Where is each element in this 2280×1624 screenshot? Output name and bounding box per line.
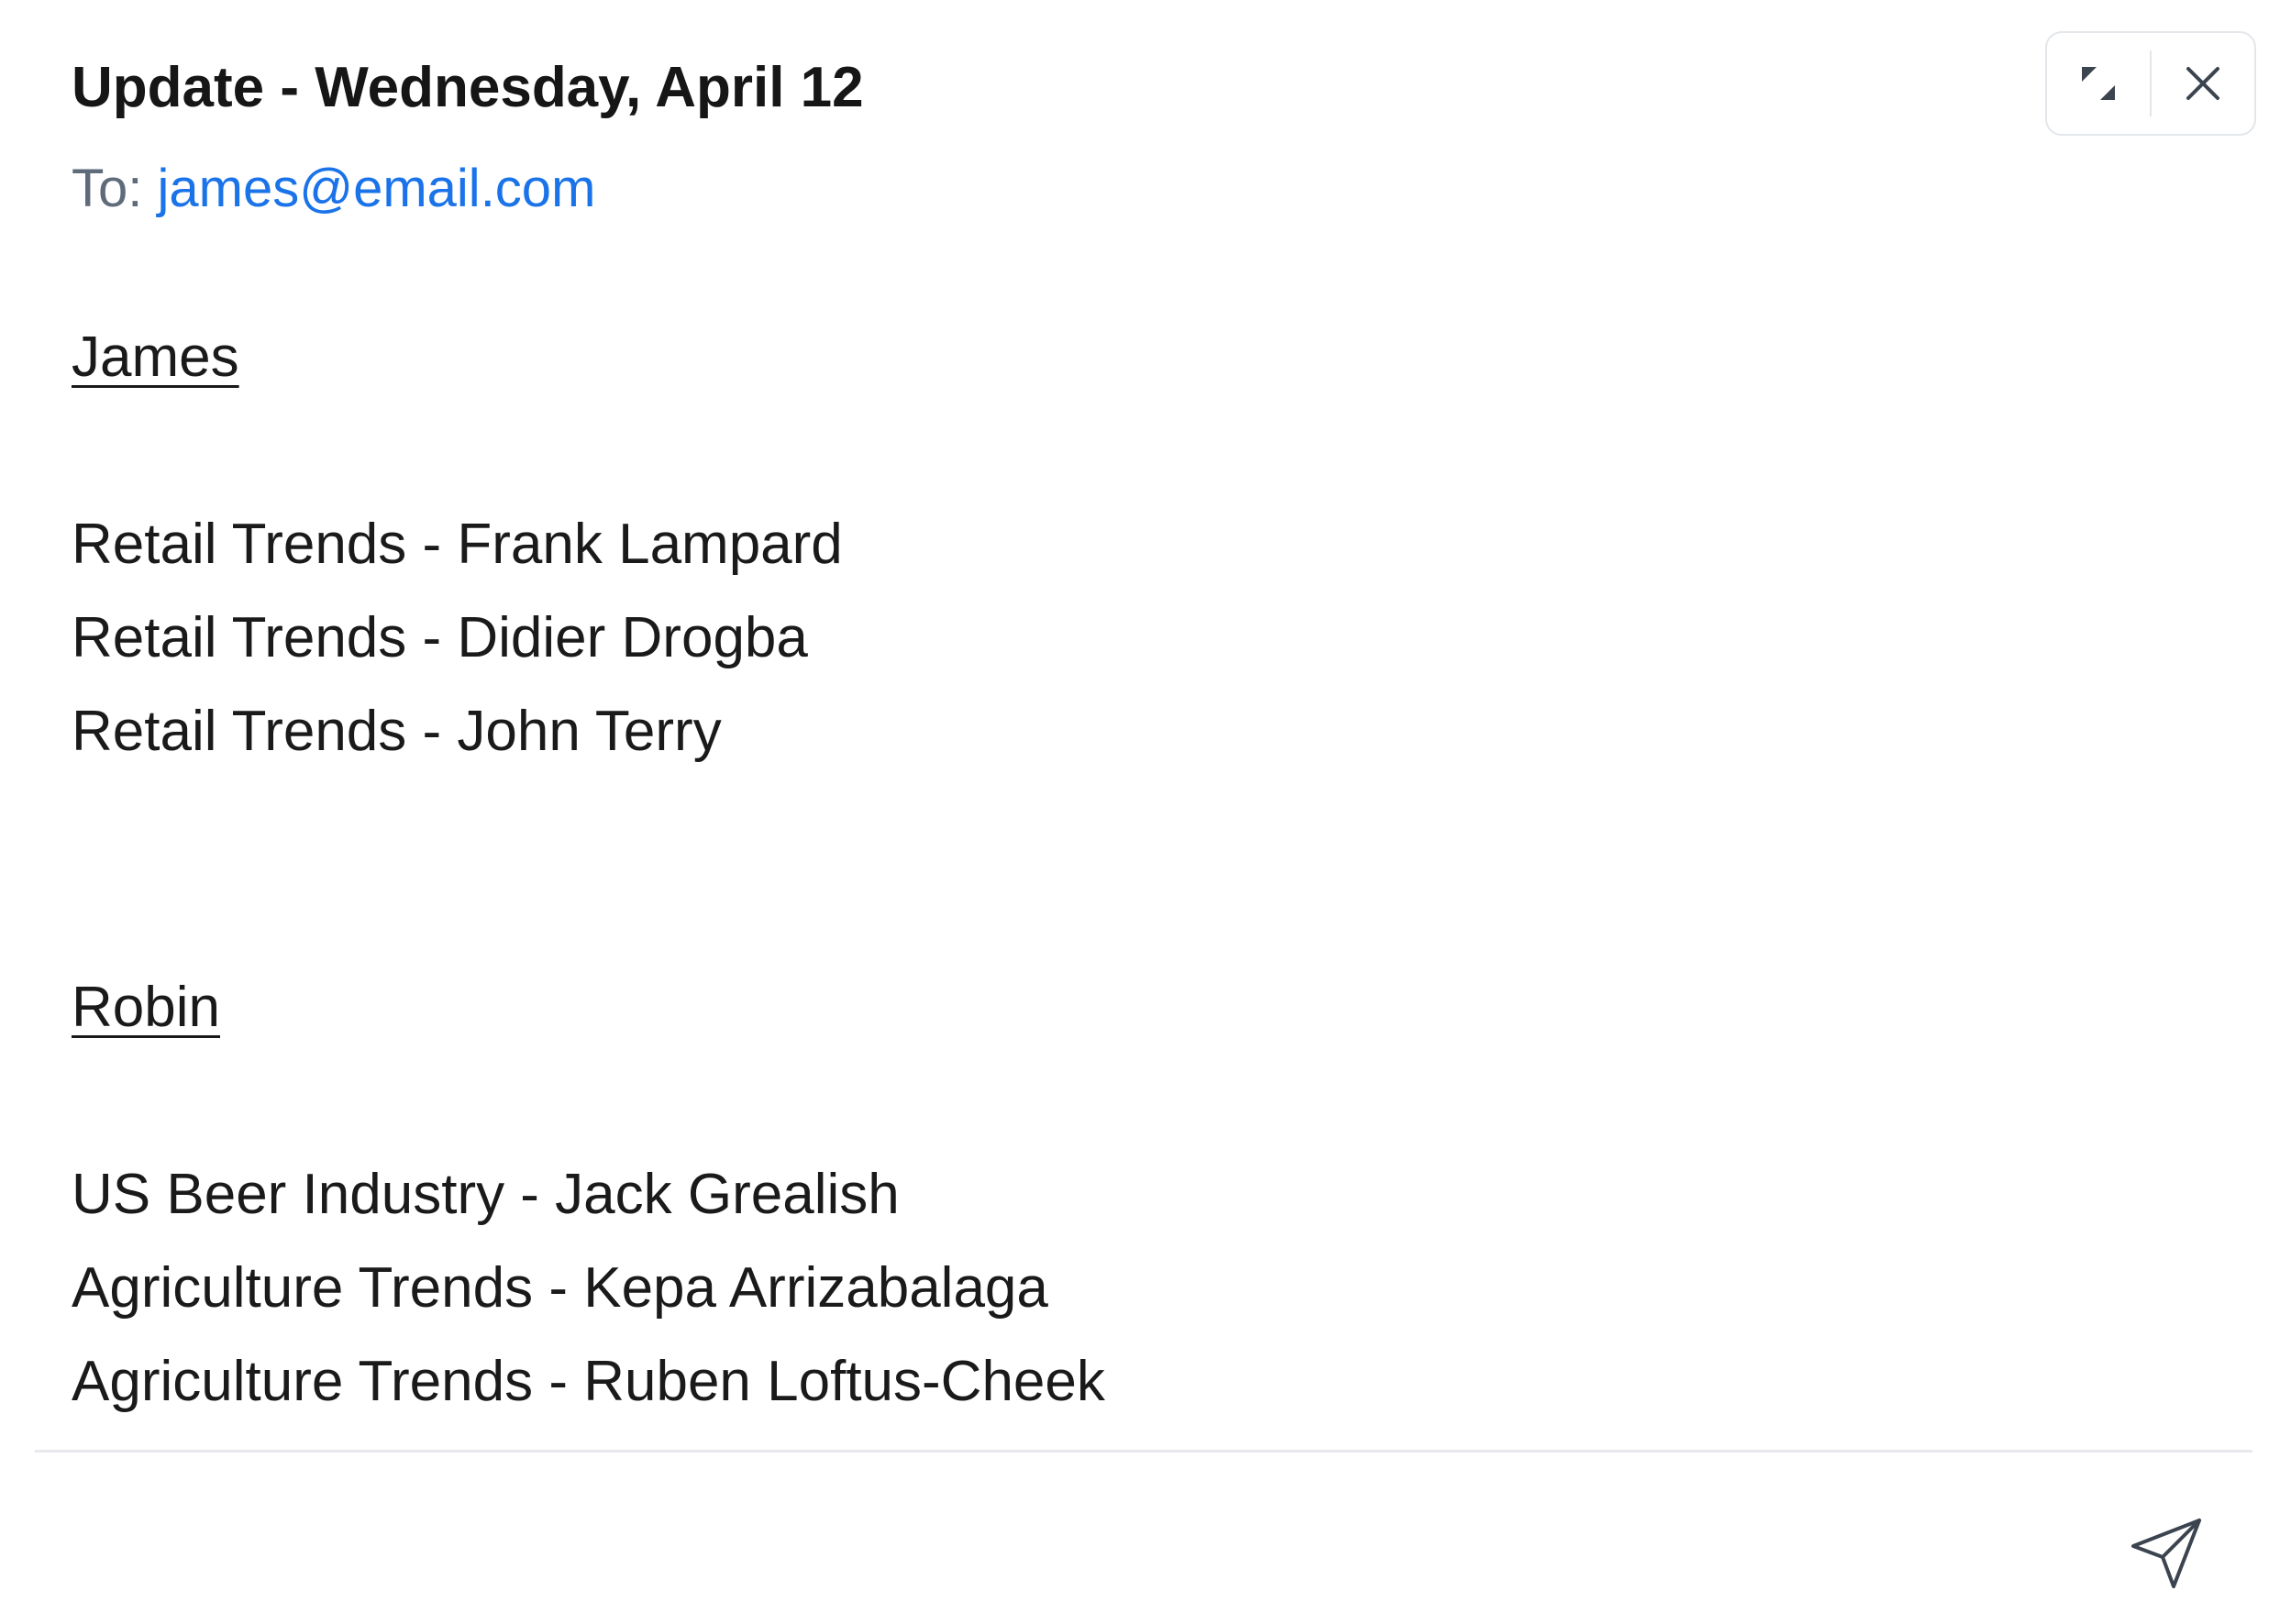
section-person-name: James: [72, 326, 239, 389]
collapse-icon: [2082, 67, 2115, 100]
assignment-line: Retail Trends - Didier Drogba: [72, 606, 808, 669]
recipient-email-link[interactable]: james@email.com: [158, 159, 596, 218]
section-person-name: Robin: [72, 976, 220, 1039]
recipient-line: To: james@email.com: [72, 156, 595, 222]
email-subject: Update - Wednesday, April 12: [72, 56, 864, 119]
send-button[interactable]: [2122, 1509, 2210, 1597]
collapse-button[interactable]: [2047, 33, 2150, 134]
email-body-section-james: James Retail Trends - Frank Lampard Reta…: [72, 311, 843, 779]
assignment-line: Retail Trends - John Terry: [72, 700, 722, 763]
assignment-line: Retail Trends - Frank Lampard: [72, 513, 843, 576]
assignment-line: Agriculture Trends - Kepa Arrizabalaga: [72, 1256, 1048, 1320]
footer-divider: [35, 1450, 2252, 1453]
window-controls: [2045, 31, 2256, 136]
close-button[interactable]: [2152, 33, 2254, 134]
email-body-section-robin: Robin US Beer Industry - Jack Grealish A…: [72, 961, 1105, 1429]
send-icon: [2131, 1519, 2201, 1588]
close-icon: [2186, 67, 2219, 100]
to-label: To:: [72, 159, 143, 218]
assignment-line: US Beer Industry - Jack Grealish: [72, 1163, 900, 1226]
assignment-line: Agriculture Trends - Ruben Loftus-Cheek: [72, 1350, 1105, 1413]
